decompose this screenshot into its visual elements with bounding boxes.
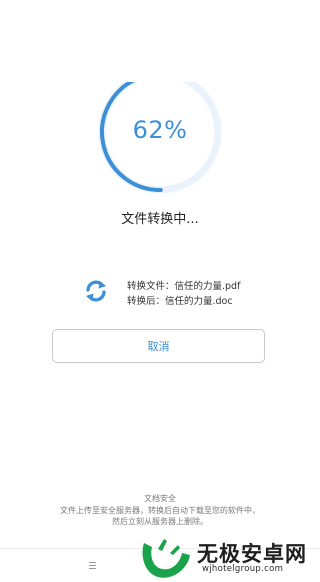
- progress-percent: 62%: [132, 116, 188, 144]
- conversion-screen: 62% 文件转换中... 转换文件：信任的力量.pdf 转换后：信任的力量.do…: [0, 0, 320, 582]
- sync-icon: [86, 280, 106, 302]
- menu-icon[interactable]: [88, 560, 98, 570]
- security-title: 文档安全: [144, 494, 176, 503]
- watermark-url: wjhotelgroup.com: [202, 564, 284, 574]
- security-description-line-2: 然后立刻从服务器上删除。: [112, 517, 208, 526]
- security-description-line-1: 文件上传至安全服务器，转换后自动下载至您的软件中，: [60, 506, 260, 515]
- status-text: 文件转换中...: [121, 212, 199, 227]
- source-file-line: 转换文件：信任的力量.pdf: [127, 281, 241, 292]
- cancel-button[interactable]: 取消: [52, 329, 265, 363]
- security-description: 文件上传至安全服务器，转换后自动下载至您的软件中， 然后立刻从服务器上删除。: [30, 505, 290, 527]
- progress-ring: 62%: [89, 82, 231, 199]
- watermark-logo: [142, 539, 190, 578]
- file-info: 转换文件：信任的力量.pdf 转换后：信任的力量.doc: [82, 276, 282, 308]
- target-file-line: 转换后：信任的力量.doc: [127, 296, 233, 307]
